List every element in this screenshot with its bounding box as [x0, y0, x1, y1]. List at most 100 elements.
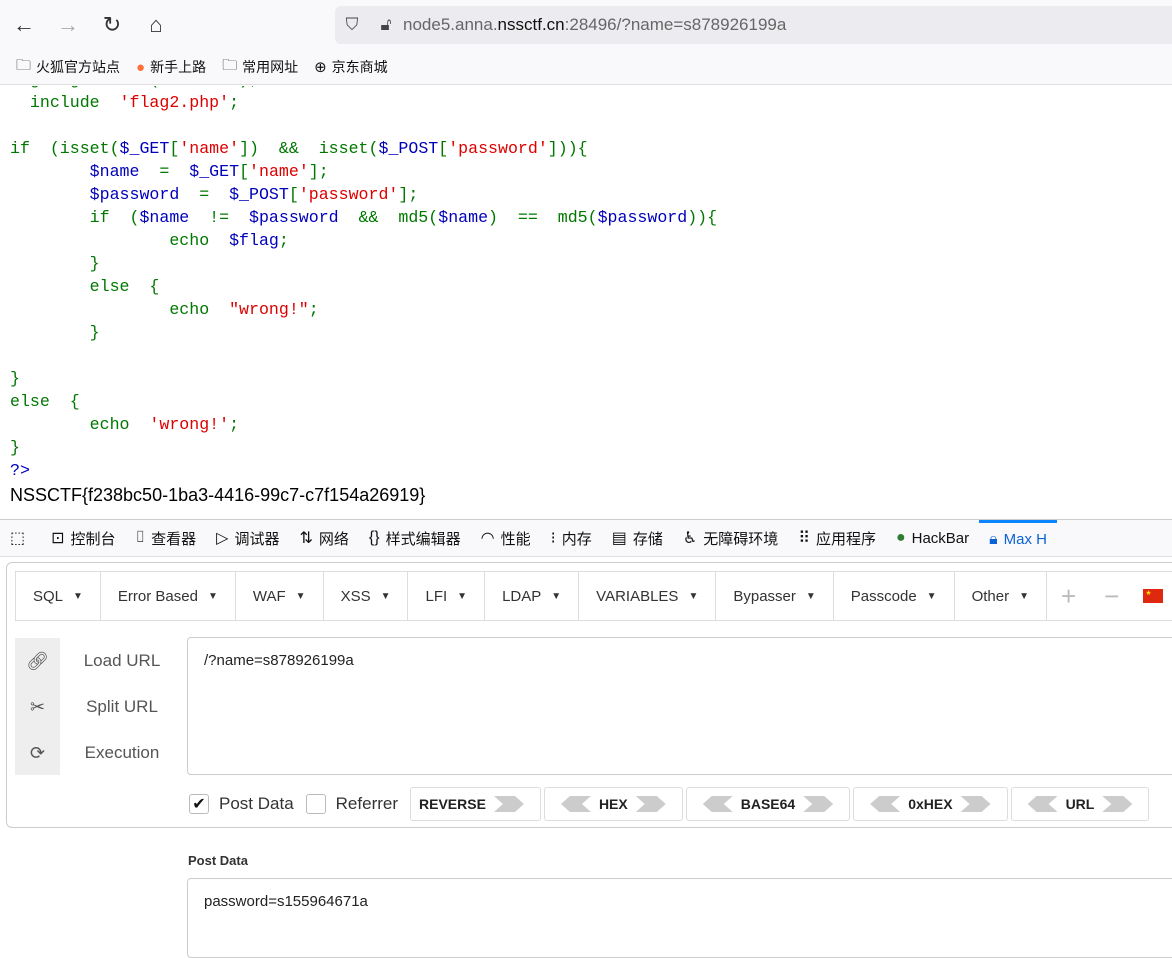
code-token: [ — [239, 162, 250, 181]
link-icon[interactable]: 🔗︎ — [15, 638, 60, 684]
devtools-tab[interactable]: ● HackBar — [886, 520, 979, 556]
code-line: } — [10, 367, 717, 390]
post-data-textarea[interactable]: password=s155964671a — [187, 878, 1172, 958]
devtools-tab[interactable]: ⊡ 控制台 — [41, 520, 125, 556]
bookmark-item[interactable]: 🗀 常用网址 — [222, 55, 298, 80]
home-button[interactable]: ⌂ — [136, 5, 176, 45]
devtools-tab-label: 应用程序 — [815, 530, 876, 548]
referrer-checkbox[interactable] — [305, 794, 326, 814]
url-textarea[interactable]: /?name=s878926199a — [187, 637, 1172, 775]
url-encoder[interactable]: URL — [1010, 787, 1150, 821]
bookmark-item[interactable]: ⊕ 京东商城 — [314, 57, 388, 77]
menu-waf[interactable]: WAF ▼ — [236, 572, 324, 620]
caret-down-icon: ▼ — [805, 590, 816, 602]
code-token: echo — [10, 300, 230, 319]
devtools-tab[interactable]: ⁝ 内存 — [541, 520, 602, 556]
url-prefix: node5.anna. — [403, 15, 498, 34]
devtools-tab[interactable]: ◠ 性能 — [471, 520, 541, 556]
caret-down-icon: ▼ — [551, 590, 562, 602]
encoder-label: BASE64 — [740, 796, 796, 812]
code-line: echo "wrong!"; — [10, 298, 717, 321]
arrow-right-icon[interactable] — [493, 796, 524, 812]
storage-icon: ▤ — [611, 530, 627, 547]
debugger-icon: ▷ — [216, 530, 229, 547]
load-url-button[interactable]: Load URL — [67, 638, 177, 684]
reverse-encoder[interactable]: REVERSE — [410, 787, 541, 821]
shield-icon[interactable]: ⛉ — [335, 15, 369, 35]
devtools-tab-label: 性能 — [500, 530, 531, 548]
menu-other[interactable]: Other ▼ — [955, 572, 1047, 620]
encoder-label: 0xHEX — [908, 796, 953, 812]
devtools-tab-label: 网络 — [318, 530, 349, 548]
post-data-checkbox[interactable]: ✔ — [189, 794, 209, 814]
menu-lfi[interactable]: LFI ▼ — [408, 572, 486, 620]
performance-icon: ◠ — [480, 530, 495, 547]
arrow-left-icon[interactable] — [560, 796, 591, 812]
split-url-button[interactable]: Split URL — [67, 684, 177, 730]
devtools-tab-label: 控制台 — [70, 530, 116, 548]
arrow-right-icon[interactable] — [803, 796, 834, 812]
code-token: $name — [438, 208, 489, 227]
navigation-bar: ← → ↻ ⌂ ⛉ 🔓︎ node5.anna. nssctf.cn:28496/… — [0, 0, 1172, 50]
menu-label: WAF — [252, 587, 286, 605]
post-data-section-label: Post Data — [188, 853, 248, 868]
code-token: )){ — [687, 208, 718, 227]
reload-button[interactable]: ↻ — [92, 5, 132, 45]
refresh-icon[interactable]: ⟳ — [15, 730, 60, 776]
referrer-label: Referrer — [335, 794, 399, 813]
devtools-tab[interactable]: {} 样式编辑器 — [359, 520, 471, 556]
hex-encoder[interactable]: HEX — [543, 787, 683, 821]
base64-encoder[interactable]: BASE64 — [685, 787, 851, 821]
arrow-left-icon[interactable] — [702, 796, 733, 812]
devtools-tab[interactable]: ⇅ 网络 — [290, 520, 359, 556]
devtools-tab[interactable]: ⠿ 应用程序 — [788, 520, 886, 556]
arrow-right-icon[interactable] — [1102, 796, 1133, 812]
plus-icon[interactable]: + — [1047, 581, 1090, 612]
arrow-right-icon[interactable] — [960, 796, 991, 812]
devtools-tab[interactable]: ▷ 调试器 — [206, 520, 289, 556]
code-token: if ( — [10, 208, 140, 227]
code-token: include — [10, 93, 120, 112]
devtools-tab[interactable]: 🔒︎ Max H — [979, 520, 1058, 556]
arrow-left-icon[interactable] — [1027, 796, 1058, 812]
menu-label: XSS — [340, 587, 371, 605]
menu-label: SQL — [33, 587, 64, 605]
code-token: } — [10, 254, 100, 273]
menu-label: Other — [971, 587, 1010, 605]
code-token: [ — [438, 139, 449, 158]
0xhex-encoder[interactable]: 0xHEX — [853, 787, 1008, 821]
forward-button[interactable]: → — [48, 5, 88, 45]
china-flag-icon[interactable] — [1143, 589, 1164, 603]
arrow-right-icon[interactable] — [635, 796, 666, 812]
devtools-tab[interactable]: ⌷ 查看器 — [126, 520, 207, 556]
devtools-tab[interactable]: ♿︎ 无障碍环境 — [673, 520, 788, 556]
menu-bypasser[interactable]: Bypasser ▼ — [716, 572, 834, 620]
encoder-label: HEX — [598, 796, 628, 812]
menu-sql[interactable]: SQL ▼ — [16, 572, 101, 620]
code-line: $name = $_GET['name']; — [10, 160, 717, 183]
element-picker-button[interactable]: ⬚ — [0, 520, 41, 556]
insecure-lock-icon[interactable]: 🔓︎ — [369, 15, 403, 35]
menu-passcode[interactable]: Passcode ▼ — [834, 572, 955, 620]
arrow-left-icon[interactable] — [870, 796, 901, 812]
menu-xss[interactable]: XSS ▼ — [324, 572, 409, 620]
minus-icon[interactable]: − — [1090, 581, 1133, 612]
menu-ldap[interactable]: LDAP ▼ — [485, 572, 580, 620]
menu-error-based[interactable]: Error Based ▼ — [101, 572, 236, 620]
code-token: != — [209, 208, 250, 227]
code-line: include 'flag2.php'; — [10, 91, 717, 114]
code-line: echo 'wrong!'; — [10, 413, 717, 436]
menu-variables[interactable]: VARIABLES ▼ — [579, 572, 717, 620]
code-token: ])){ — [547, 139, 588, 158]
back-button[interactable]: ← — [4, 5, 44, 45]
address-bar[interactable]: ⛉ 🔓︎ node5.anna. nssctf.cn:28496/?name=s8… — [335, 6, 1172, 44]
bookmark-item[interactable]: ● 新手上路 — [136, 57, 206, 77]
scissors-icon[interactable]: ✂ — [15, 684, 60, 730]
execution-button[interactable]: Execution — [67, 730, 177, 776]
caret-down-icon: ▼ — [380, 590, 391, 602]
devtools-tab[interactable]: ▤ 存储 — [602, 520, 673, 556]
code-token: } — [10, 369, 20, 388]
bookmark-item[interactable]: 🗀 火狐官方站点 — [16, 55, 120, 80]
code-token: ?> — [10, 461, 30, 480]
